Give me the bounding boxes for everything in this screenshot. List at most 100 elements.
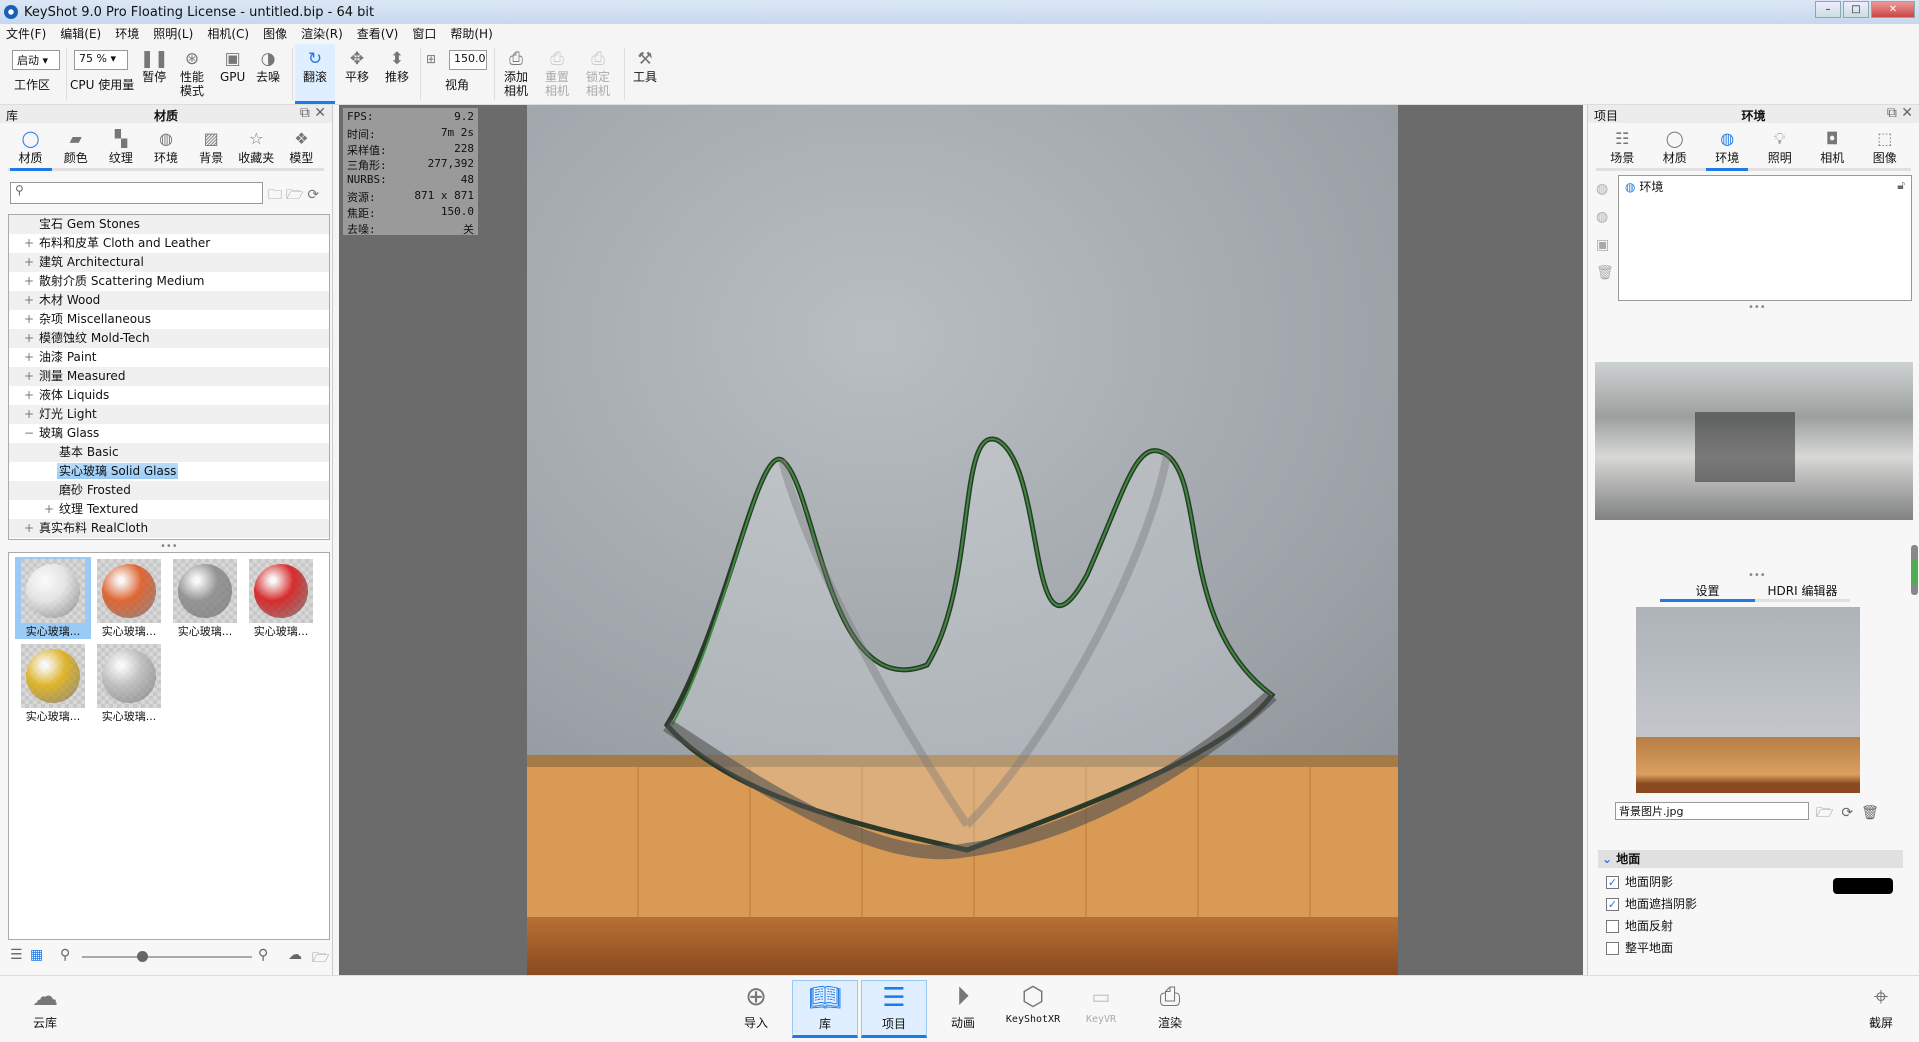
import-button[interactable]: ⊕ 导入 [723, 980, 789, 1038]
tree-item[interactable]: + 木材 Wood [9, 291, 329, 310]
menu-camera[interactable]: 相机(C) [207, 25, 249, 42]
add-folder-icon[interactable]: 🗀 [268, 187, 286, 203]
delete-icon[interactable]: 🗑︎ [1596, 259, 1616, 287]
menu-window[interactable]: 窗口 [412, 25, 436, 42]
float-icon[interactable]: ⧉ [1887, 105, 1897, 121]
add-environment-icon[interactable]: ◍ [1596, 203, 1616, 231]
close-panel-icon[interactable]: ✕ [1901, 105, 1913, 121]
subtab-settings[interactable]: 设置 [1660, 582, 1755, 602]
tree-item[interactable]: + 油漆 Paint [9, 348, 329, 367]
expand-icon[interactable]: + [23, 310, 35, 329]
tree-item[interactable]: − 玻璃 Glass [9, 424, 329, 443]
checkbox[interactable]: ✓ [1606, 898, 1619, 911]
refresh-icon[interactable]: ⟳ [307, 187, 323, 203]
project-toggle-button[interactable]: ☰ 项目 [861, 980, 927, 1038]
menu-view[interactable]: 查看(V) [357, 25, 399, 42]
ground-option[interactable]: 地面反射 [1606, 917, 1906, 939]
material-thumbnail[interactable]: 实心玻璃... [91, 557, 167, 639]
fov-input[interactable]: 150.0 [449, 50, 487, 70]
tree-item[interactable]: + 液体 Liquids [9, 386, 329, 405]
tools-button[interactable]: ⚒ 工具 [633, 48, 657, 84]
maximize-button[interactable]: □ [1843, 1, 1869, 18]
tab-materials[interactable]: ◯ 材质 [9, 129, 52, 171]
tree-item[interactable]: 磨砂 Frosted [9, 481, 329, 500]
menu-image[interactable]: 图像 [263, 25, 287, 42]
close-button[interactable]: ✕ [1871, 1, 1915, 18]
tree-item[interactable]: + 真实布料 RealCloth [9, 519, 329, 538]
library-search-input[interactable]: ⚲ [10, 182, 263, 204]
tab-environment[interactable]: ◍ 环境 [1706, 129, 1749, 171]
ground-section-header[interactable]: ⌄ 地面 [1598, 850, 1903, 868]
tree-item[interactable]: 宝石 Gem Stones [9, 215, 329, 234]
tab-colors[interactable]: ▰ 颜色 [55, 129, 97, 168]
tab-textures[interactable]: ▚ 纹理 [100, 129, 142, 168]
tree-item[interactable]: + 测量 Measured [9, 367, 329, 386]
expand-icon[interactable]: + [23, 386, 35, 405]
menu-lighting[interactable]: 照明(L) [153, 25, 193, 42]
refresh-icon[interactable]: ⟳ [1841, 805, 1861, 821]
material-thumbnail[interactable]: 实心玻璃... [15, 642, 91, 724]
tree-item[interactable]: 基本 Basic [9, 443, 329, 462]
dolly-button[interactable]: ⬍ 推移 [385, 48, 409, 84]
tree-item[interactable]: + 灯光 Light [9, 405, 329, 424]
expand-icon[interactable]: + [23, 291, 35, 310]
pause-button[interactable]: ❚❚ 暂停 [140, 48, 169, 84]
tree-item[interactable]: + 纹理 Textured [9, 500, 329, 519]
workspace-select[interactable]: 启动 ▾ [12, 50, 60, 70]
expand-icon[interactable]: + [23, 234, 35, 253]
denoise-button[interactable]: ◑ 去噪 [256, 48, 280, 84]
checkbox[interactable] [1606, 920, 1619, 933]
keyshotxr-button[interactable]: ⬡ KeyShotXR [999, 980, 1067, 1038]
delete-icon[interactable]: 🗑︎ [1861, 805, 1887, 821]
add-from-image-icon[interactable]: ▣ [1596, 231, 1616, 259]
checkbox[interactable] [1606, 942, 1619, 955]
tab-lighting[interactable]: 💡︎ 照明 [1759, 129, 1801, 168]
material-thumbnail[interactable]: 实心玻璃... [243, 557, 319, 639]
expand-icon[interactable]: − [23, 424, 35, 443]
menu-environment[interactable]: 环境 [115, 25, 139, 42]
environment-list-item[interactable]: ◍ 环境 🔓︎ [1619, 176, 1911, 197]
import-folder-icon[interactable]: 🗁 [286, 187, 307, 203]
scrollbar[interactable] [1911, 545, 1918, 595]
keyvr-button[interactable]: ▭ KeyVR [1068, 980, 1134, 1038]
tab-backplates[interactable]: ▨ 背景 [190, 129, 232, 168]
render-button[interactable]: ⎙ 渲染 [1137, 980, 1203, 1038]
tree-item[interactable]: + 杂项 Miscellaneous [9, 310, 329, 329]
duplicate-environment-icon[interactable]: ◍ [1596, 175, 1616, 203]
material-thumbnail[interactable]: 实心玻璃... [15, 557, 91, 639]
close-panel-icon[interactable]: ✕ [314, 105, 326, 121]
tumble-button[interactable]: ↻ 翻滚 [295, 44, 335, 104]
expand-icon[interactable]: + [23, 329, 35, 348]
hdri-preview[interactable] [1595, 362, 1913, 520]
tab-camera[interactable]: ◘ 相机 [1811, 129, 1853, 168]
tab-favorites[interactable]: ☆ 收藏夹 [235, 129, 277, 168]
library-toggle-button[interactable]: 📖︎ 库 [792, 980, 858, 1038]
add-camera-button[interactable]: ⎙ 添加 相机 [504, 48, 528, 98]
menu-edit[interactable]: 编辑(E) [60, 25, 101, 42]
tab-material[interactable]: ◯ 材质 [1654, 129, 1696, 168]
tree-item[interactable]: + 布料和皮革 Cloth and Leather [9, 234, 329, 253]
expand-icon[interactable]: + [23, 367, 35, 386]
expand-icon[interactable]: + [23, 519, 35, 538]
material-thumbnail[interactable]: 实心玻璃... [167, 557, 243, 639]
list-view-icon[interactable]: ☰ [10, 947, 23, 963]
grid-view-icon[interactable]: ▦ [30, 947, 43, 963]
gpu-button[interactable]: ▣ GPU [220, 48, 245, 84]
tree-item[interactable]: 实心玻璃 Solid Glass [9, 462, 329, 481]
tree-item[interactable]: + 模德蚀纹 Mold-Tech [9, 329, 329, 348]
animation-button[interactable]: ⏵ 动画 [930, 980, 996, 1038]
tab-scene[interactable]: ☷ 场景 [1601, 129, 1643, 168]
expand-icon[interactable]: + [23, 253, 35, 272]
tree-item[interactable]: + 建筑 Architectural [9, 253, 329, 272]
unlock-icon[interactable]: 🔓︎ [1897, 178, 1905, 193]
material-thumbnail[interactable]: 实心玻璃... [91, 642, 167, 724]
tab-image[interactable]: ⬚ 图像 [1864, 129, 1906, 168]
slider-handle[interactable] [136, 951, 148, 962]
lock-camera-button[interactable]: ⎙ 锁定 相机 [586, 48, 610, 98]
tab-environments[interactable]: ◍ 环境 [145, 129, 187, 168]
subtab-hdri-editor[interactable]: HDRI 编辑器 [1755, 582, 1850, 602]
ground-option[interactable]: 整平地面 [1606, 939, 1906, 961]
expand-icon[interactable]: + [43, 500, 55, 519]
cloud-library-button[interactable]: ☁ 云库 [12, 980, 78, 1038]
performance-mode-button[interactable]: ⊛ 性能 模式 [180, 48, 204, 98]
